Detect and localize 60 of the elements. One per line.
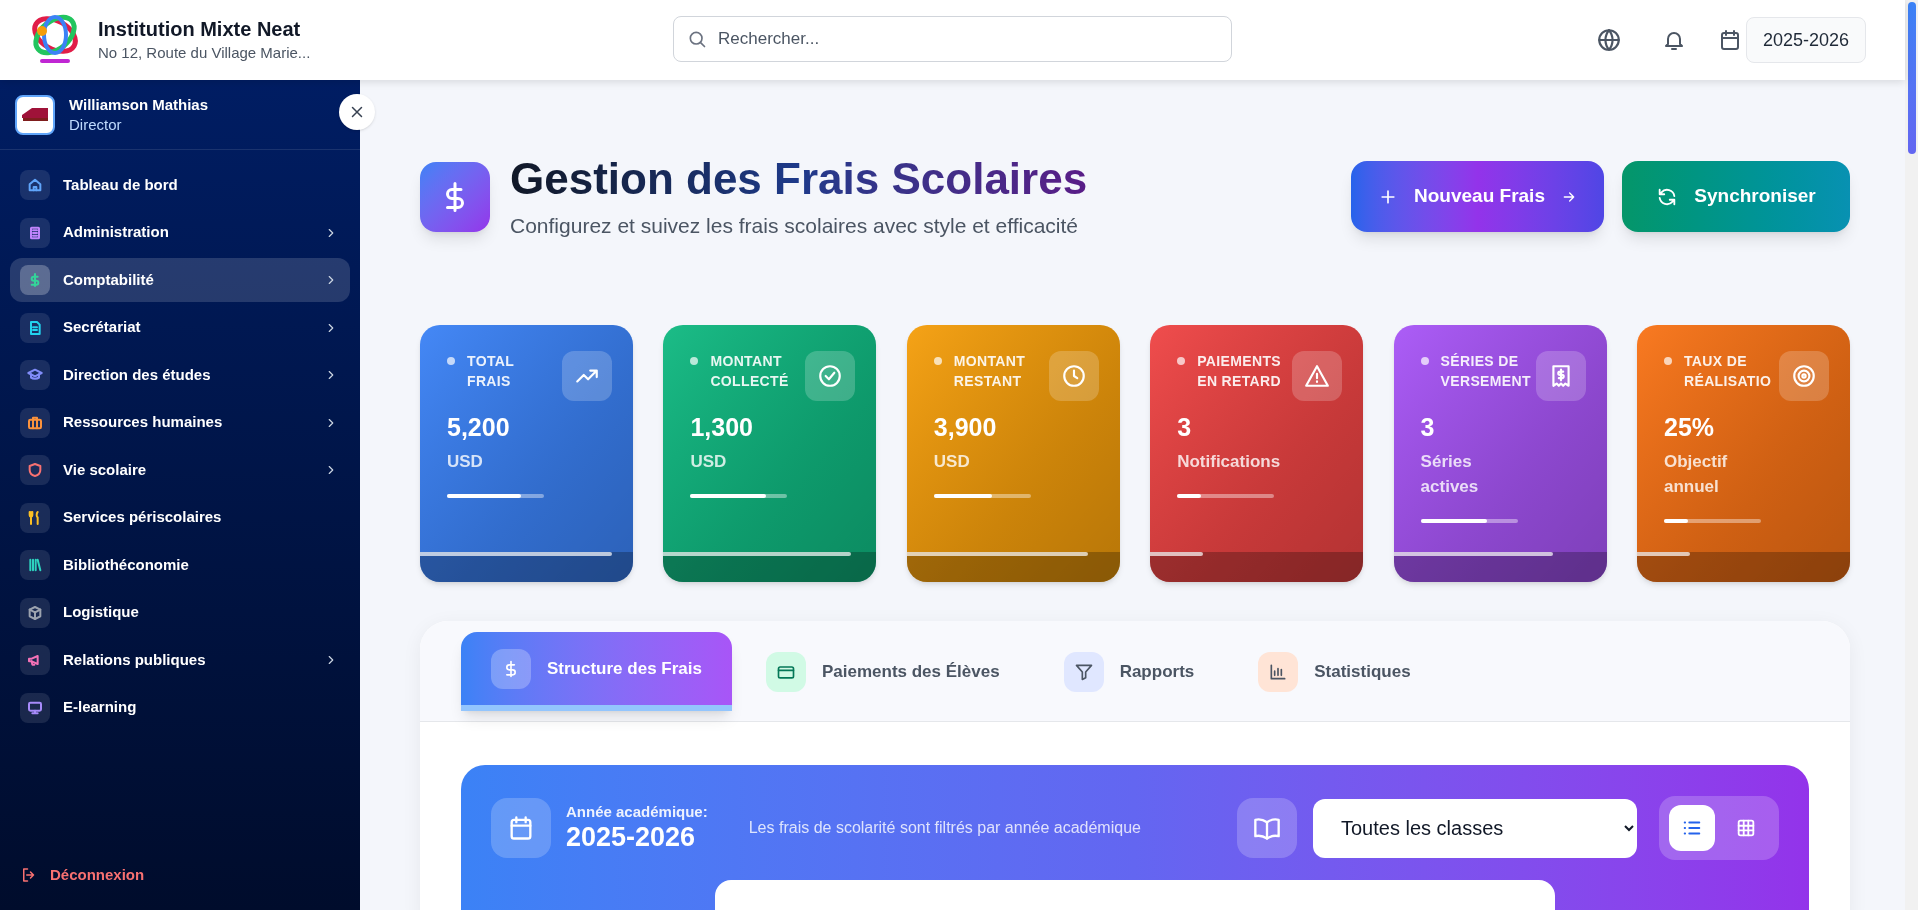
- stat-unit: USD: [447, 451, 484, 473]
- stat-label: SÉRIES DE VERSEMENT: [1440, 352, 1532, 391]
- user-role: Director: [69, 114, 123, 135]
- school-address: No 12, Route du Village Marie...: [98, 43, 311, 63]
- year-value: 2025-2026: [566, 821, 697, 853]
- stat-unit: USD: [933, 451, 971, 473]
- search-icon: [687, 29, 707, 49]
- stat-unit: Objectif annuel: [1664, 451, 1729, 498]
- warning-icon: [1304, 363, 1331, 389]
- stat-label: TOTAL FRAIS: [467, 352, 515, 391]
- stat-unit: USD: [690, 451, 728, 473]
- sidebar-item[interactable]: Vie scolaire: [10, 448, 350, 492]
- sidebar-item[interactable]: Services périscolaires: [10, 495, 350, 540]
- user-avatar: [15, 94, 55, 135]
- stat-value: 3,900: [933, 412, 998, 443]
- stat-label: MONTANT RESTANT: [953, 352, 1027, 391]
- sidebar-item[interactable]: Comptabilité: [10, 258, 350, 302]
- tab[interactable]: Structure des Frais: [461, 632, 732, 711]
- logout-link[interactable]: Déconnexion: [20, 864, 145, 887]
- stat-unit: Séries actives: [1420, 451, 1480, 498]
- stat-value: 25%: [1664, 412, 1716, 443]
- sidebar-item[interactable]: Ressources humaines: [10, 400, 350, 445]
- sync-button[interactable]: Synchroniser: [1622, 161, 1850, 232]
- sidebar-item[interactable]: Bibliothéconomie: [10, 543, 350, 587]
- stat-label: PAIEMENTS EN RETARD: [1197, 352, 1282, 391]
- clock-icon: [1060, 363, 1087, 389]
- user-name: Williamson Mathias: [69, 94, 209, 115]
- calendar-icon: [1718, 28, 1742, 52]
- target-icon: [1791, 363, 1817, 389]
- sidebar-item[interactable]: E-learning: [10, 685, 350, 730]
- sidebar-item[interactable]: Administration: [10, 210, 350, 255]
- class-select[interactable]: Toutes les classes: [1313, 798, 1637, 858]
- globe-icon: [1596, 27, 1622, 53]
- sidebar-item[interactable]: Direction des études: [10, 353, 350, 397]
- sidebar-item[interactable]: Logistique: [10, 590, 350, 635]
- stat-label: MONTANT COLLECTÉ: [710, 352, 790, 391]
- stat-unit: Notifications: [1177, 451, 1282, 473]
- sidebar-item[interactable]: Tableau de bord: [10, 163, 350, 207]
- year-label: Année académique:: [566, 803, 708, 821]
- tab[interactable]: Paiements des Élèves: [735, 632, 1030, 711]
- scrollbar[interactable]: [1905, 0, 1918, 910]
- stat-value: 5,200: [447, 412, 511, 443]
- page-subtitle: Configurez et suivez les frais scolaires avec style et efficacité: [510, 212, 1080, 239]
- academic-year-badge[interactable]: 2025-2026: [1746, 17, 1867, 63]
- stat-label: TAUX DE RÉALISATIO: [1684, 352, 1773, 391]
- sidebar-item[interactable]: Relations publiques: [10, 638, 350, 682]
- new-fee-button[interactable]: Nouveau Frais: [1351, 161, 1604, 232]
- school-name: Institution Mixte Neat: [98, 17, 302, 42]
- tab[interactable]: Rapports: [1033, 632, 1225, 711]
- stat-value: 3: [1177, 412, 1193, 443]
- stat-value: 1,300: [690, 412, 754, 443]
- tab[interactable]: Statistiques: [1228, 632, 1441, 711]
- view-button[interactable]: [1669, 805, 1715, 851]
- close-sidebar-button[interactable]: [339, 94, 375, 130]
- grid-icon: [1735, 817, 1757, 839]
- search-field[interactable]: Rechercher...: [673, 16, 1232, 62]
- check-circle-icon: [817, 363, 844, 389]
- stat-value: 3: [1420, 412, 1436, 443]
- sidebar-item[interactable]: Secrétariat: [10, 305, 350, 350]
- filter-description: Les frais de scolarité sont filtrés par année académique: [748, 818, 1141, 838]
